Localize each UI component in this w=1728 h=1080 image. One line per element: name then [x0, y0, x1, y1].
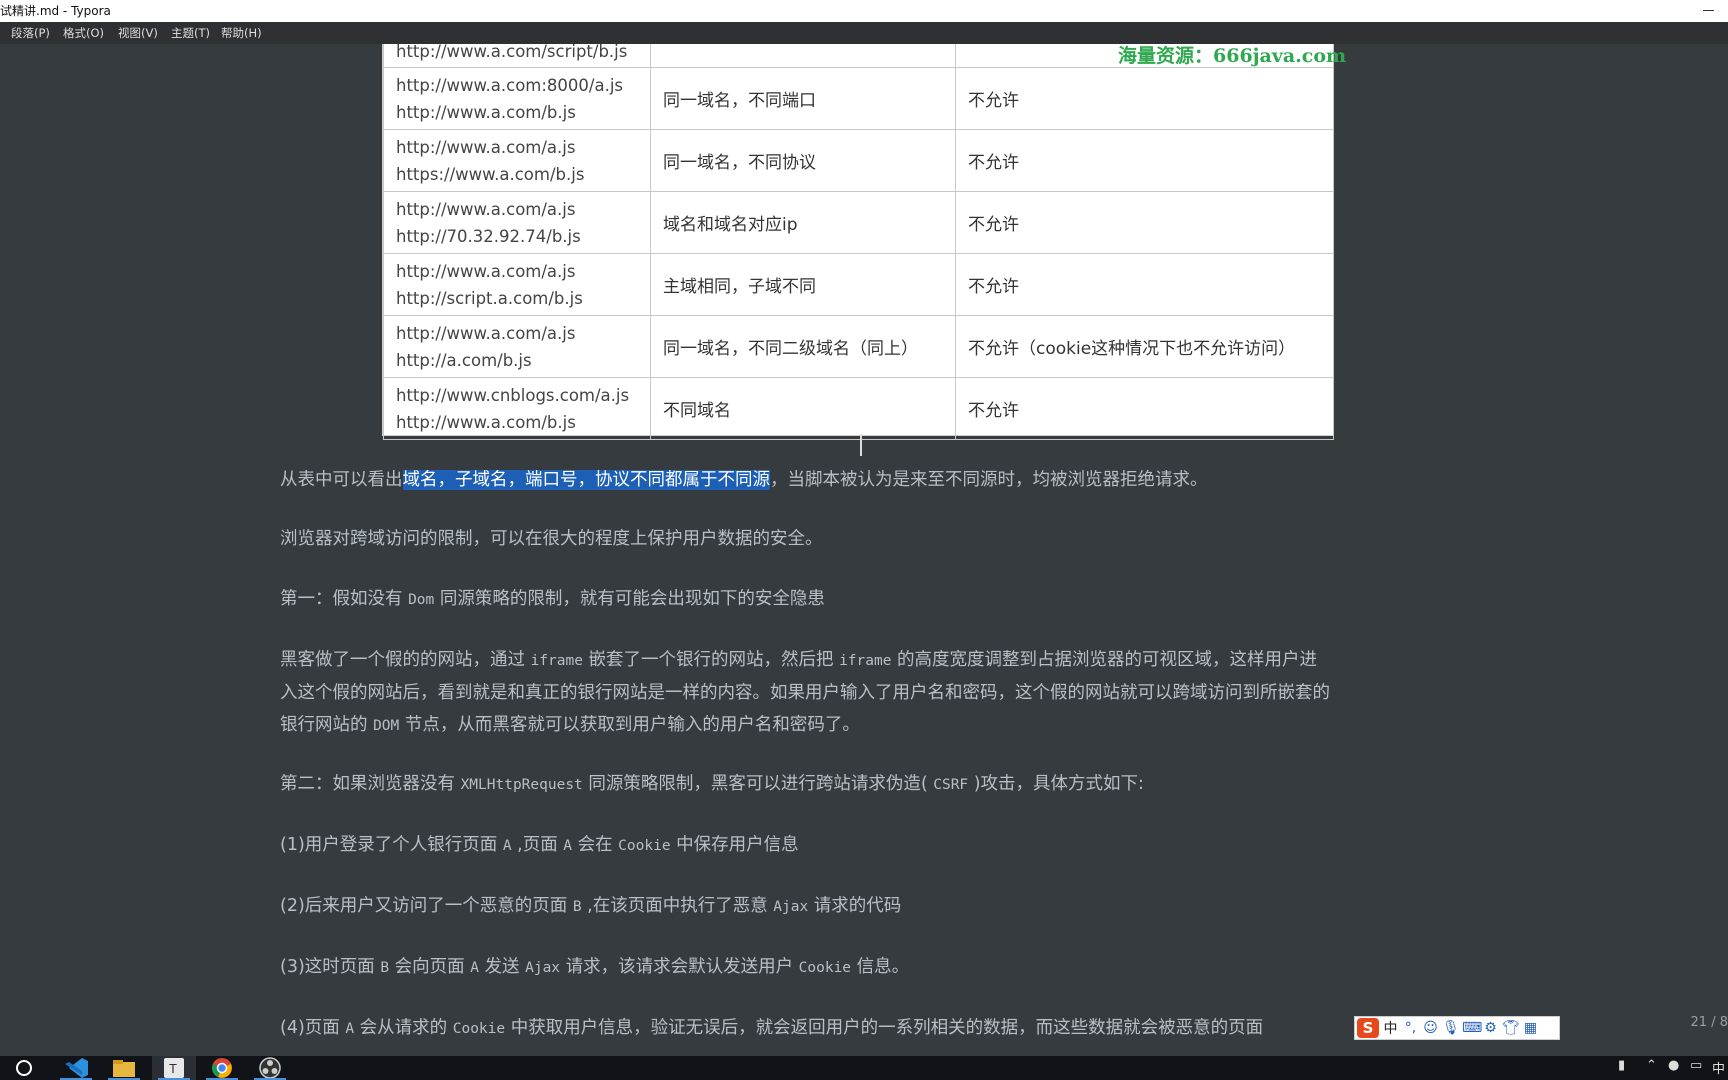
inline-code: Ajax	[525, 960, 561, 976]
result-cell: 不允许	[955, 191, 1334, 254]
url-cell: http://www.a.com/script/b.js	[383, 44, 651, 68]
paragraph-5[interactable]: 第二：如果浏览器没有 XMLHttpRequest 同源策略限制，黑客可以进行跨…	[280, 768, 1440, 801]
title-bar: 试精讲.md - Typora	[0, 0, 1728, 22]
inline-code: A	[470, 960, 479, 976]
ime-toolbar[interactable]: S 中 °, ☺ 🎙︎ ⌨︎ ⚙︎ 👕︎ ▦	[1354, 1016, 1560, 1040]
obs-icon[interactable]	[248, 1056, 292, 1080]
minimize-button[interactable]	[1700, 0, 1718, 22]
selected-text[interactable]: 域名，子域名，端口号，协议不同都属于不同源	[402, 470, 770, 490]
inline-code: B	[572, 899, 582, 915]
taskbar: T ▮ ⌃ ● ▭ 中	[0, 1056, 1728, 1080]
inline-code: Cookie	[618, 838, 671, 854]
paragraph-8[interactable]: (3)这时页面 B 会向页面 A 发送 Ajax 请求，该请求会默认发送用户 C…	[280, 951, 1440, 984]
inline-code: Cookie	[798, 960, 852, 976]
table-row: http://www.a.com/a.js http://70.32.92.74/…	[383, 191, 1334, 254]
origin-table: http://www.a.com/script/b.js http://www.…	[383, 44, 1334, 440]
desc-cell: 同一域名，不同协议	[650, 129, 956, 192]
inline-code: DOM	[373, 718, 400, 734]
result-cell: 不允许（cookie这种情况下也不允许访问）	[955, 315, 1334, 378]
origin-table-image: http://www.a.com/script/b.js http://www.…	[382, 44, 1334, 440]
svg-text:T: T	[169, 1061, 177, 1076]
paragraph-4[interactable]: 黑客做了一个假的的网站，通过 iframe 嵌套了一个银行的网站，然后把 ifr…	[280, 644, 1440, 742]
inline-code: A	[345, 1021, 355, 1037]
inline-code: iframe	[839, 653, 892, 669]
inline-code: iframe	[530, 653, 583, 669]
search-circle-icon[interactable]	[2, 1056, 46, 1080]
inline-code: Cookie	[452, 1021, 506, 1037]
battery-icon[interactable]: ▮	[1618, 1058, 1625, 1073]
language-indicator[interactable]: 中	[1712, 1058, 1725, 1077]
url-cell: http://www.a.com/a.js http://a.com/b.js	[383, 315, 651, 378]
result-cell: 不允许	[955, 253, 1334, 316]
microphone-icon[interactable]: 🎙︎	[1442, 1020, 1460, 1036]
chrome-icon[interactable]	[200, 1056, 244, 1080]
inline-code: A	[563, 838, 573, 854]
table-row: http://www.cnblogs.com/a.js http://www.a.…	[383, 377, 1334, 440]
paragraph-3[interactable]: 第一：假如没有 Dom 同源策略的限制，就有可能会出现如下的安全隐患	[280, 583, 1440, 616]
skin-icon[interactable]: 👕︎	[1502, 1020, 1520, 1036]
desc-cell: 域名和域名对应ip	[650, 191, 956, 254]
desc-cell: 同一域名，不同二级域名（同上）	[650, 315, 956, 378]
desc-cell	[650, 44, 956, 68]
menu-view[interactable]: 视图(V)	[118, 25, 158, 41]
url-cell: http://www.cnblogs.com/a.js http://www.a.…	[383, 377, 651, 440]
result-cell: 不允许	[955, 67, 1334, 130]
text-cursor-icon	[860, 434, 864, 456]
menu-paragraph[interactable]: 段落(P)	[11, 25, 50, 41]
inline-code: A	[502, 838, 512, 854]
url-cell: http://www.a.com/a.js http://70.32.92.74/…	[383, 191, 651, 254]
inline-code: Dom	[408, 592, 435, 608]
inline-code: Ajax	[773, 899, 809, 915]
url-cell: http://www.a.com/a.js http://script.a.com…	[383, 253, 651, 316]
keyboard-icon[interactable]: ⌨︎	[1462, 1020, 1482, 1036]
paragraph-7[interactable]: (2)后来用户又访问了一个恶意的页面 B ,在该页面中执行了恶意 Ajax 请求…	[280, 890, 1440, 923]
paragraph-6[interactable]: (1)用户登录了个人银行页面 A ,页面 A 会在 Cookie 中保存用户信息	[280, 829, 1440, 862]
page-counter: 21 / 8	[1690, 1015, 1728, 1030]
network-icon[interactable]: ▭	[1690, 1058, 1702, 1073]
ime-mode[interactable]: 中	[1382, 1018, 1399, 1038]
url-cell: http://www.a.com:8000/a.js http://www.a.c…	[383, 67, 651, 130]
paragraph-1[interactable]: 从表中可以看出域名，子域名，端口号，协议不同都属于不同源，当脚本被认为是来至不同…	[280, 464, 1440, 496]
watermark: 海量资源：666java.com	[1118, 45, 1347, 67]
result-cell: 不允许	[955, 377, 1334, 440]
table-row: http://www.a.com/a.js http://script.a.com…	[383, 253, 1334, 316]
inline-code: B	[380, 960, 390, 976]
editor-content[interactable]: http://www.a.com/script/b.js http://www.…	[0, 44, 1728, 1056]
desc-cell: 主域相同，子域不同	[650, 253, 956, 316]
window-title: 试精讲.md - Typora	[0, 4, 111, 18]
emoji-icon[interactable]: ☺	[1422, 1020, 1439, 1036]
menu-format[interactable]: 格式(O)	[63, 25, 104, 41]
paragraph-2[interactable]: 浏览器对跨域访问的限制，可以在很大的程度上保护用户数据的安全。	[280, 523, 1440, 555]
desc-cell: 不同域名	[650, 377, 956, 440]
result-cell: 不允许	[955, 129, 1334, 192]
sogou-tray-icon[interactable]: ●	[1668, 1058, 1679, 1073]
typora-icon[interactable]: T	[152, 1056, 196, 1080]
table-row: http://www.a.com/a.js http://a.com/b.js 同…	[383, 315, 1334, 378]
inline-code: XMLHttpRequest	[460, 777, 583, 793]
menu-help[interactable]: 帮助(H)	[221, 25, 262, 41]
toolbox-icon[interactable]: ⚙︎	[1482, 1020, 1499, 1036]
sogou-logo-icon[interactable]: S	[1357, 1018, 1379, 1038]
table-row: http://www.a.com:8000/a.js http://www.a.c…	[383, 67, 1334, 130]
table-row: http://www.a.com/a.js https://www.a.com/b…	[383, 129, 1334, 192]
menu-bar: 段落(P) 格式(O) 视图(V) 主题(T) 帮助(H)	[0, 22, 1728, 44]
apps-grid-icon[interactable]: ▦	[1522, 1020, 1539, 1036]
file-explorer-icon[interactable]	[102, 1056, 146, 1080]
menu-theme[interactable]: 主题(T)	[171, 25, 210, 41]
paragraph-9[interactable]: (4)页面 A 会从请求的 Cookie 中获取用户信息，验证无误后，就会返回用…	[280, 1012, 1440, 1045]
vscode-icon[interactable]	[54, 1056, 98, 1080]
url-cell: http://www.a.com/a.js https://www.a.com/b…	[383, 129, 651, 192]
punctuation-icon[interactable]: °,	[1402, 1020, 1419, 1036]
inline-code: CSRF	[933, 777, 969, 793]
desc-cell: 同一域名，不同端口	[650, 67, 956, 130]
tray-expand-icon[interactable]: ⌃	[1646, 1058, 1657, 1073]
